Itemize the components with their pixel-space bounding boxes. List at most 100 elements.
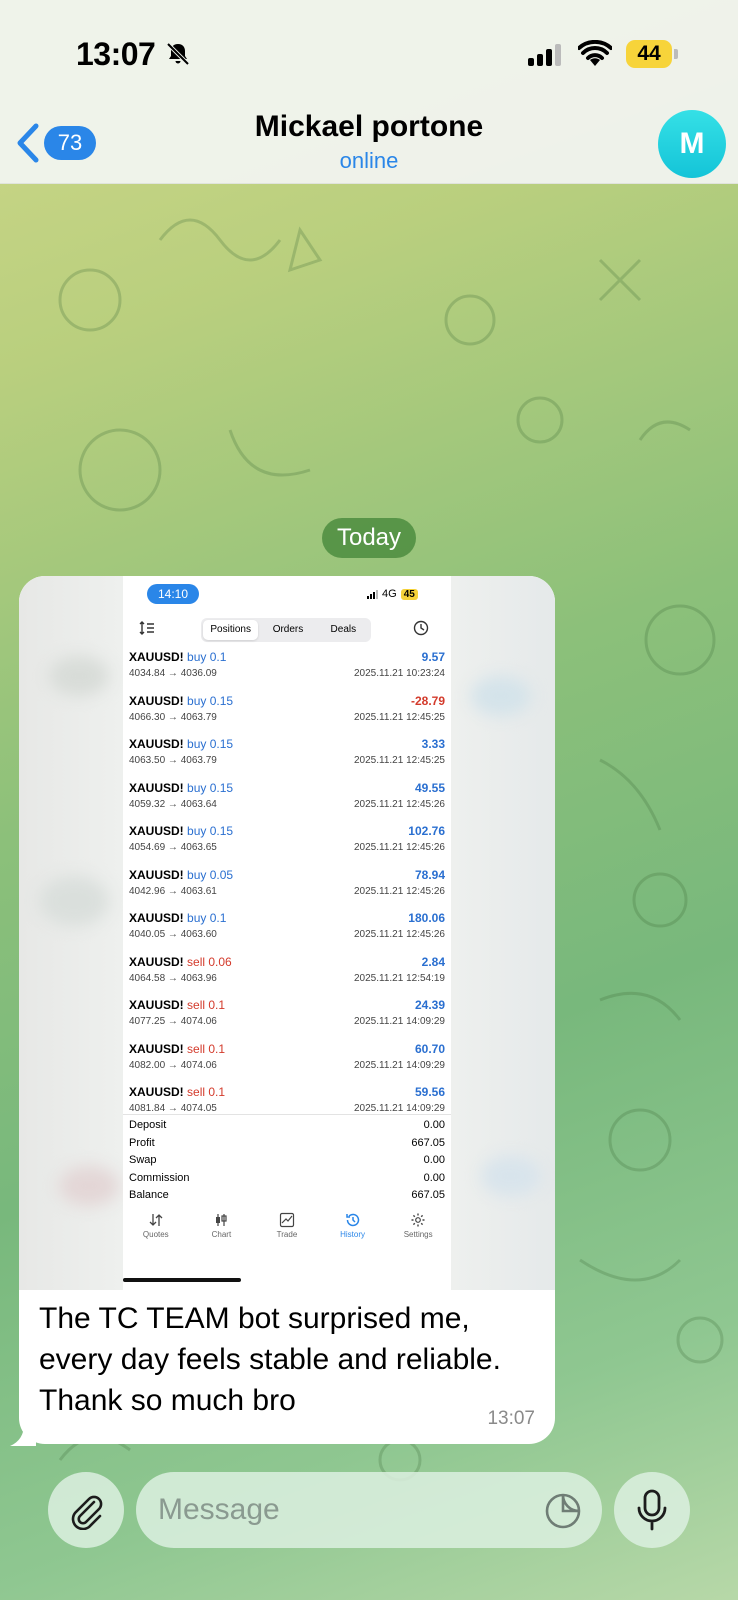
- summary-label: Profit: [129, 1136, 155, 1149]
- message-photo[interactable]: 14:10 4G 45 Positions Orders Deals XAUUS: [19, 576, 555, 1290]
- avatar[interactable]: M: [658, 110, 726, 178]
- position-profit: 2.84: [421, 954, 445, 969]
- position-side: buy 0.1: [187, 911, 227, 925]
- summary-label: Commission: [129, 1171, 190, 1184]
- date-separator: Today: [322, 518, 416, 558]
- position-profit: 180.06: [408, 911, 445, 925]
- battery-tip: [674, 49, 678, 59]
- sort-icon: [139, 621, 154, 635]
- position-symbol: XAUUSD!: [129, 737, 184, 751]
- summary-label: Swap: [129, 1154, 157, 1167]
- position-row: XAUUSD! buy 0.1 4040.05 → 4063.60 180.06…: [123, 909, 451, 953]
- summary-row: Profit 667.05: [123, 1137, 451, 1155]
- message-bubble[interactable]: 14:10 4G 45 Positions Orders Deals XAUUS: [19, 576, 555, 1444]
- quotes-icon: [149, 1214, 163, 1226]
- top-bar: 13:07 44 73 Mickael portone online M: [0, 0, 738, 184]
- position-profit: 59.56: [414, 1085, 445, 1099]
- position-side: sell 0.1: [187, 998, 226, 1012]
- position-symbol: XAUUSD!: [129, 911, 184, 925]
- microphone-icon: [637, 1489, 667, 1531]
- position-row: XAUUSD! buy 0.1 4034.84 → 4036.09 9.57 2…: [123, 648, 451, 692]
- position-profit: 78.94: [414, 867, 445, 882]
- position-prices: 4082.00 → 4074.06: [129, 1059, 217, 1071]
- position-side: buy 0.1: [187, 650, 227, 664]
- message-input[interactable]: [136, 1472, 602, 1548]
- position-profit: 24.39: [414, 998, 445, 1012]
- summary-label: Balance: [129, 1189, 169, 1202]
- tab-positions: Positions: [203, 620, 259, 640]
- history-icon: [345, 1213, 359, 1227]
- position-symbol: XAUUSD!: [129, 693, 184, 708]
- position-symbol: XAUUSD!: [129, 867, 184, 882]
- history-tabs: Positions Orders Deals: [201, 618, 371, 642]
- nav-trade: Trade: [254, 1210, 320, 1250]
- nav-history: History: [320, 1210, 386, 1250]
- photo-blur-left: [19, 576, 123, 1290]
- nav-settings: Settings: [385, 1210, 451, 1250]
- battery-indicator: 44: [626, 40, 672, 68]
- position-symbol: XAUUSD!: [129, 998, 184, 1012]
- message-line: Thank so much bro: [39, 1384, 296, 1417]
- position-date: 2025.11.21 12:45:26: [353, 842, 445, 853]
- nav-label: Trade: [276, 1230, 298, 1239]
- position-side: buy 0.15: [187, 780, 234, 795]
- position-prices: 4077.25 → 4074.06: [129, 1016, 217, 1027]
- position-row: XAUUSD! sell 0.06 4064.58 → 4063.96 2.84…: [123, 953, 451, 997]
- attach-button[interactable]: [48, 1472, 124, 1548]
- summary-row: Swap 0.00: [123, 1154, 451, 1172]
- position-date: 2025.11.21 12:45:25: [353, 755, 445, 766]
- message-line: The TC TEAM bot surprised me,: [39, 1302, 470, 1335]
- summary-value: 667.05: [411, 1136, 445, 1149]
- account-summary: Deposit 0.00 Profit 667.05 Swap 0.00 Commis…: [123, 1114, 451, 1207]
- position-side: sell 0.1: [187, 1041, 226, 1056]
- status-time: 13:07: [76, 36, 156, 72]
- position-side: buy 0.05: [187, 867, 234, 882]
- position-profit: 49.55: [414, 780, 445, 795]
- tab-orders: Orders: [272, 624, 304, 635]
- position-date: 2025.11.21 14:09:29: [353, 1016, 445, 1027]
- position-prices: 4054.69 → 4063.65: [129, 842, 217, 853]
- bell-muted-icon: [166, 42, 190, 66]
- nav-label: History: [340, 1230, 366, 1239]
- position-side: sell 0.06: [187, 954, 232, 969]
- position-date: 2025.11.21 12:45:26: [353, 929, 445, 940]
- cellular-signal-icon: [528, 44, 561, 66]
- screenshot-battery: 45: [400, 588, 418, 600]
- message-line: every day feels stable and reliable.: [39, 1343, 501, 1376]
- position-profit: 9.57: [421, 650, 445, 664]
- message-text: The TC TEAM bot surprised me, every day …: [39, 1298, 539, 1421]
- position-row: XAUUSD! buy 0.15 4059.32 → 4063.64 49.55…: [123, 779, 451, 823]
- screenshot-status-icons: 4G 45: [367, 588, 418, 600]
- microphone-button[interactable]: [614, 1472, 690, 1548]
- sticker-icon[interactable]: [544, 1492, 582, 1530]
- position-profit: 102.76: [408, 824, 445, 838]
- position-prices: 4042.96 → 4063.61: [129, 885, 217, 897]
- summary-value: 0.00: [423, 1171, 445, 1184]
- summary-value: 667.05: [411, 1189, 445, 1202]
- position-prices: 4081.84 → 4074.05: [129, 1103, 217, 1114]
- summary-value: 0.00: [423, 1119, 445, 1131]
- position-prices: 4040.05 → 4063.60: [129, 929, 217, 940]
- position-side: buy 0.15: [187, 824, 234, 838]
- position-row: XAUUSD! buy 0.15 4054.69 → 4063.65 102.7…: [123, 822, 451, 866]
- summary-label: Deposit: [129, 1119, 167, 1131]
- screenshot-network: 4G: [382, 588, 397, 600]
- nav-label: Settings: [403, 1230, 433, 1239]
- positions-list: XAUUSD! buy 0.1 4034.84 → 4036.09 9.57 2…: [123, 648, 451, 1127]
- position-side: buy 0.15: [187, 693, 234, 708]
- nav-label: Quotes: [142, 1230, 169, 1239]
- position-side: buy 0.15: [187, 737, 234, 751]
- position-row: XAUUSD! buy 0.05 4042.96 → 4063.61 78.94…: [123, 866, 451, 910]
- position-profit: 3.33: [421, 737, 445, 751]
- screenshot-home-indicator: [123, 1278, 241, 1282]
- photo-blur-right: [451, 576, 555, 1290]
- position-symbol: XAUUSD!: [129, 954, 184, 969]
- paperclip-icon: [71, 1495, 103, 1530]
- position-prices: 4066.30 → 4063.79: [129, 711, 217, 723]
- position-profit: 60.70: [414, 1041, 445, 1056]
- position-date: 2025.11.21 12:45:26: [353, 798, 445, 810]
- wifi-icon: [578, 40, 612, 66]
- position-date: 2025.11.21 12:45:26: [353, 885, 445, 897]
- nav-quotes: Quotes: [123, 1210, 189, 1250]
- chat-title[interactable]: Mickael portone: [0, 110, 738, 144]
